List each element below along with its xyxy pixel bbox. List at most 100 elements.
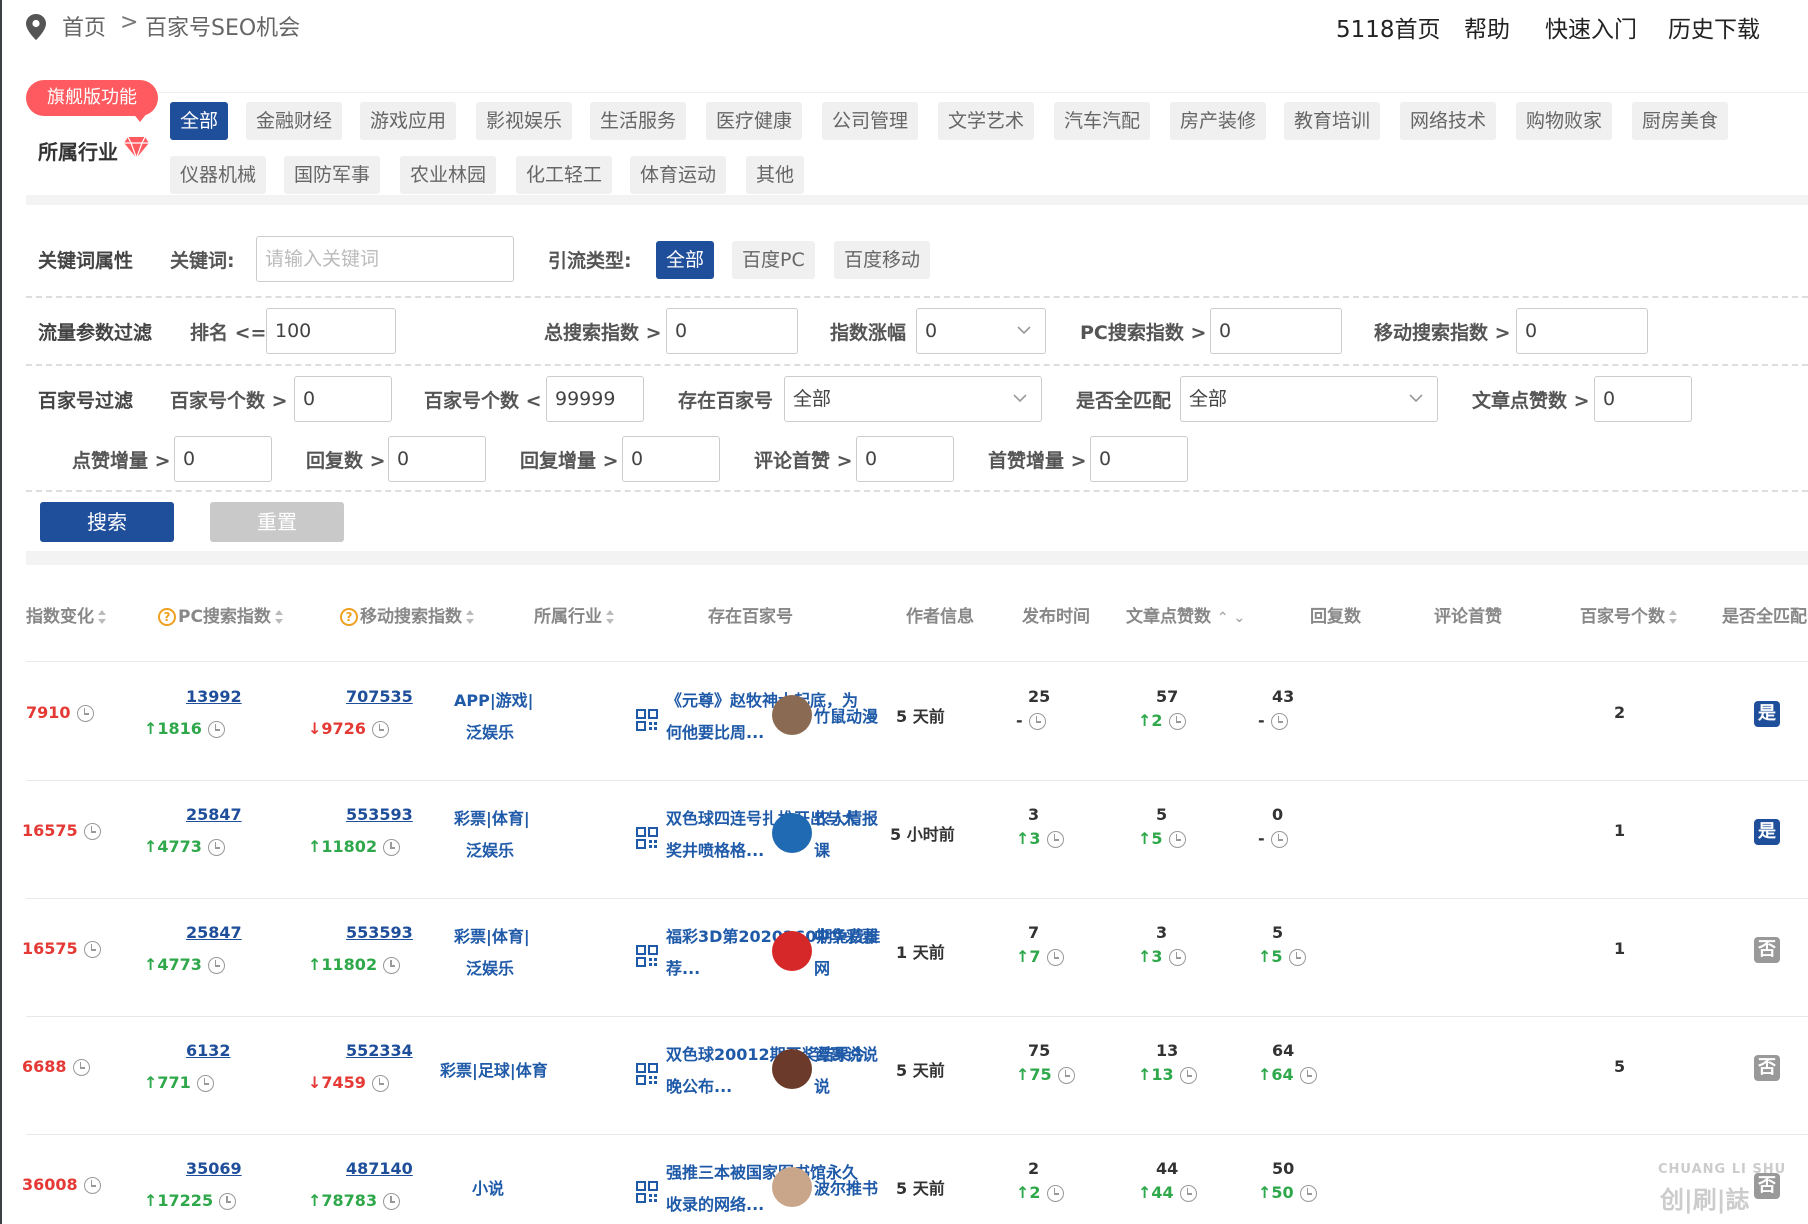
nav-help[interactable]: 帮助 bbox=[1464, 10, 1510, 44]
author-name-line1[interactable]: 农人情报 bbox=[814, 805, 878, 829]
article-likes-input[interactable]: 0 bbox=[1594, 376, 1692, 422]
clock-icon[interactable] bbox=[72, 1059, 90, 1076]
nav-5118-home[interactable]: 5118首页 bbox=[1336, 10, 1441, 44]
total-search-index-input[interactable]: 0 bbox=[666, 308, 798, 354]
search-button[interactable]: 搜索 bbox=[40, 502, 174, 542]
clock-icon[interactable] bbox=[1179, 1185, 1197, 1202]
reply-increment-input[interactable]: 0 bbox=[622, 436, 720, 482]
bjh-count-lt-input[interactable]: 99999 bbox=[546, 376, 644, 422]
qr-code-icon[interactable] bbox=[636, 709, 658, 731]
qr-code-icon[interactable] bbox=[636, 1063, 658, 1085]
clock-icon[interactable] bbox=[1299, 1067, 1317, 1084]
author-avatar[interactable] bbox=[772, 931, 812, 971]
clock-icon[interactable] bbox=[371, 721, 389, 738]
qr-code-icon[interactable] bbox=[636, 945, 658, 967]
th-industry[interactable]: 所属行业 bbox=[534, 602, 616, 627]
index-change-select[interactable]: 0 bbox=[916, 308, 1046, 354]
article-title-line2[interactable]: 收录的网络... bbox=[666, 1191, 764, 1215]
author-name-line2[interactable]: 网 bbox=[814, 955, 830, 979]
clock-icon[interactable] bbox=[1028, 713, 1046, 730]
clock-icon[interactable] bbox=[1168, 831, 1186, 848]
th-bjh-count[interactable]: 百家号个数 bbox=[1580, 602, 1679, 627]
pc-index-link[interactable]: 35069 bbox=[186, 1159, 242, 1178]
clock-icon[interactable] bbox=[1168, 713, 1186, 730]
th-index-change[interactable]: 指数变化 bbox=[26, 602, 108, 627]
article-title-line2[interactable]: 何他要比周... bbox=[666, 719, 764, 743]
author-name-line2[interactable]: 课 bbox=[814, 837, 830, 861]
industry-value-line1[interactable]: APP|游戏| bbox=[454, 687, 534, 711]
industry-tag[interactable]: 化工轻工 bbox=[516, 156, 613, 194]
mobile-index-link[interactable]: 552334 bbox=[346, 1041, 413, 1060]
mobile-index-link[interactable]: 553593 bbox=[346, 923, 413, 942]
industry-tag[interactable]: 厨房美食 bbox=[1632, 102, 1729, 140]
bjh-exists-select[interactable]: 全部 bbox=[784, 376, 1042, 422]
industry-value-line2[interactable]: 泛娱乐 bbox=[466, 955, 514, 979]
industry-value-line2[interactable]: 泛娱乐 bbox=[466, 837, 514, 861]
industry-value-line1[interactable]: 彩票|体育| bbox=[454, 805, 530, 829]
reset-button[interactable]: 重置 bbox=[210, 502, 344, 542]
clock-icon[interactable] bbox=[219, 1193, 237, 1210]
industry-tag[interactable]: 房产装修 bbox=[1170, 102, 1267, 140]
clock-icon[interactable] bbox=[383, 839, 401, 856]
mobile-search-index-input[interactable]: 0 bbox=[1516, 308, 1648, 354]
industry-tag[interactable]: 生活服务 bbox=[590, 102, 687, 140]
industry-tag[interactable]: 体育运动 bbox=[630, 156, 727, 194]
clock-icon[interactable] bbox=[207, 721, 225, 738]
breadcrumb-home[interactable]: 首页 bbox=[62, 10, 106, 42]
bjh-count-gt-input[interactable]: 0 bbox=[294, 376, 392, 422]
industry-tag[interactable]: 公司管理 bbox=[822, 102, 919, 140]
help-icon[interactable]: ? bbox=[340, 608, 358, 626]
author-avatar[interactable] bbox=[772, 695, 812, 735]
traffic-type-baidu-mobile[interactable]: 百度移动 bbox=[834, 241, 931, 279]
clock-icon[interactable] bbox=[196, 1075, 214, 1092]
industry-tag[interactable]: 全部 bbox=[170, 102, 229, 140]
clock-icon[interactable] bbox=[1288, 949, 1306, 966]
clock-icon[interactable] bbox=[371, 1075, 389, 1092]
rank-input[interactable]: 100 bbox=[266, 308, 396, 354]
pc-index-link[interactable]: 13992 bbox=[186, 687, 242, 706]
mobile-index-link[interactable]: 487140 bbox=[346, 1159, 413, 1178]
mobile-index-link[interactable]: 707535 bbox=[346, 687, 413, 706]
pc-search-index-input[interactable]: 0 bbox=[1210, 308, 1342, 354]
author-name-line2[interactable]: 说 bbox=[814, 1073, 830, 1097]
pc-index-link[interactable]: 25847 bbox=[186, 805, 242, 824]
clock-icon[interactable] bbox=[83, 1177, 101, 1194]
clock-icon[interactable] bbox=[1046, 831, 1064, 848]
clock-icon[interactable] bbox=[1270, 713, 1288, 730]
clock-icon[interactable] bbox=[83, 823, 101, 840]
clock-icon[interactable] bbox=[83, 941, 101, 958]
traffic-type-all[interactable]: 全部 bbox=[656, 241, 715, 279]
author-name-line1[interactable]: 中华彩票 bbox=[814, 923, 878, 947]
industry-value-line1[interactable]: 彩票|体育| bbox=[454, 923, 530, 947]
industry-value[interactable]: 彩票|足球|体育 bbox=[440, 1057, 548, 1081]
industry-tag[interactable]: 其他 bbox=[746, 156, 805, 194]
traffic-type-baidu-pc[interactable]: 百度PC bbox=[732, 241, 815, 279]
author-name-line1[interactable]: 谭哥说说 bbox=[814, 1041, 878, 1065]
clock-icon[interactable] bbox=[1168, 949, 1186, 966]
help-icon[interactable]: ? bbox=[158, 608, 176, 626]
industry-value-line2[interactable]: 泛娱乐 bbox=[466, 719, 514, 743]
author-avatar[interactable] bbox=[772, 1049, 812, 1089]
industry-tag[interactable]: 国防军事 bbox=[284, 156, 381, 194]
like-increment-input[interactable]: 0 bbox=[174, 436, 272, 482]
pc-index-link[interactable]: 6132 bbox=[186, 1041, 231, 1060]
clock-icon[interactable] bbox=[76, 705, 94, 722]
article-title-line2[interactable]: 晚公布... bbox=[666, 1073, 732, 1097]
clock-icon[interactable] bbox=[1270, 831, 1288, 848]
nav-quick-start[interactable]: 快速入门 bbox=[1545, 10, 1637, 44]
th-pc-index[interactable]: ? PC搜索指数 bbox=[158, 602, 285, 627]
industry-tag[interactable]: 医疗健康 bbox=[706, 102, 803, 140]
author-avatar[interactable] bbox=[772, 813, 812, 853]
clock-icon[interactable] bbox=[1299, 1185, 1317, 1202]
industry-tag[interactable]: 文学艺术 bbox=[938, 102, 1035, 140]
industry-tag[interactable]: 农业林园 bbox=[400, 156, 497, 194]
top-comment-like-input[interactable]: 0 bbox=[856, 436, 954, 482]
clock-icon[interactable] bbox=[383, 1193, 401, 1210]
clock-icon[interactable] bbox=[383, 957, 401, 974]
qr-code-icon[interactable] bbox=[636, 827, 658, 849]
author-avatar[interactable] bbox=[772, 1167, 812, 1207]
mobile-index-link[interactable]: 553593 bbox=[346, 805, 413, 824]
clock-icon[interactable] bbox=[1046, 949, 1064, 966]
th-mobile-index[interactable]: ? 移动搜索指数 bbox=[340, 602, 476, 627]
clock-icon[interactable] bbox=[1057, 1067, 1075, 1084]
